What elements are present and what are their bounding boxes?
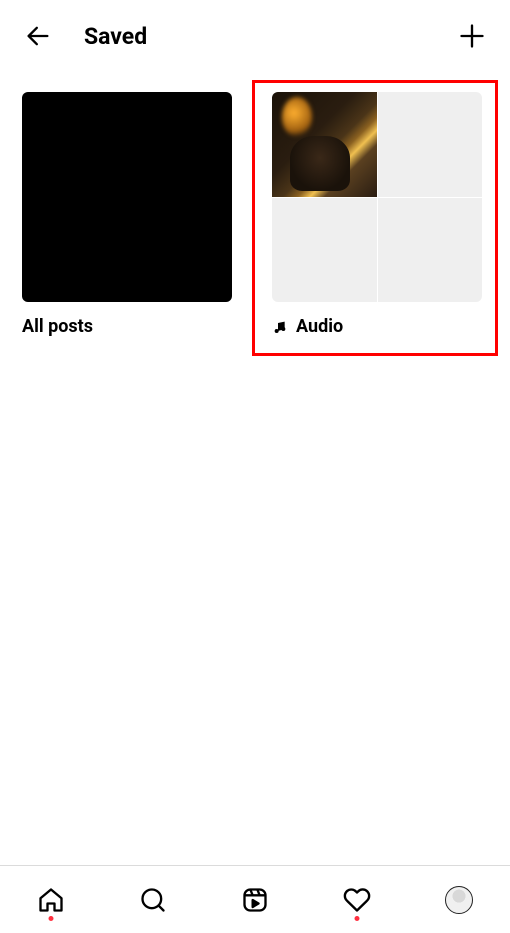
profile-avatar-icon (445, 886, 473, 914)
reels-icon (241, 886, 269, 914)
back-button[interactable] (20, 18, 56, 54)
nav-profile[interactable] (439, 877, 479, 923)
nav-search[interactable] (133, 877, 173, 923)
search-icon (139, 886, 167, 914)
collections-grid: All posts Audio (0, 72, 510, 337)
collection-thumbnail (22, 92, 232, 302)
notification-dot (355, 916, 360, 921)
collection-label: Audio (272, 316, 482, 337)
nav-activity[interactable] (337, 877, 377, 923)
arrow-left-icon (24, 22, 52, 50)
collection-preview-empty (272, 198, 377, 303)
notification-dot (49, 916, 54, 921)
bottom-nav (0, 865, 510, 933)
nav-reels[interactable] (235, 877, 275, 923)
nav-home[interactable] (31, 877, 71, 923)
collection-thumbnail (272, 92, 482, 302)
plus-icon (458, 22, 486, 50)
add-collection-button[interactable] (454, 18, 490, 54)
collection-label-text: Audio (296, 316, 343, 337)
collection-preview-empty (378, 92, 483, 197)
heart-icon (343, 886, 371, 914)
collection-preview-image (272, 92, 377, 197)
collection-label: All posts (22, 316, 232, 337)
home-icon (37, 886, 65, 914)
collection-all-posts[interactable]: All posts (22, 92, 232, 337)
collection-label-text: All posts (22, 316, 93, 337)
music-note-icon (272, 319, 288, 335)
header: Saved (0, 0, 510, 72)
collection-preview-empty (378, 198, 483, 303)
collection-audio[interactable]: Audio (272, 92, 482, 337)
page-title: Saved (84, 23, 454, 50)
